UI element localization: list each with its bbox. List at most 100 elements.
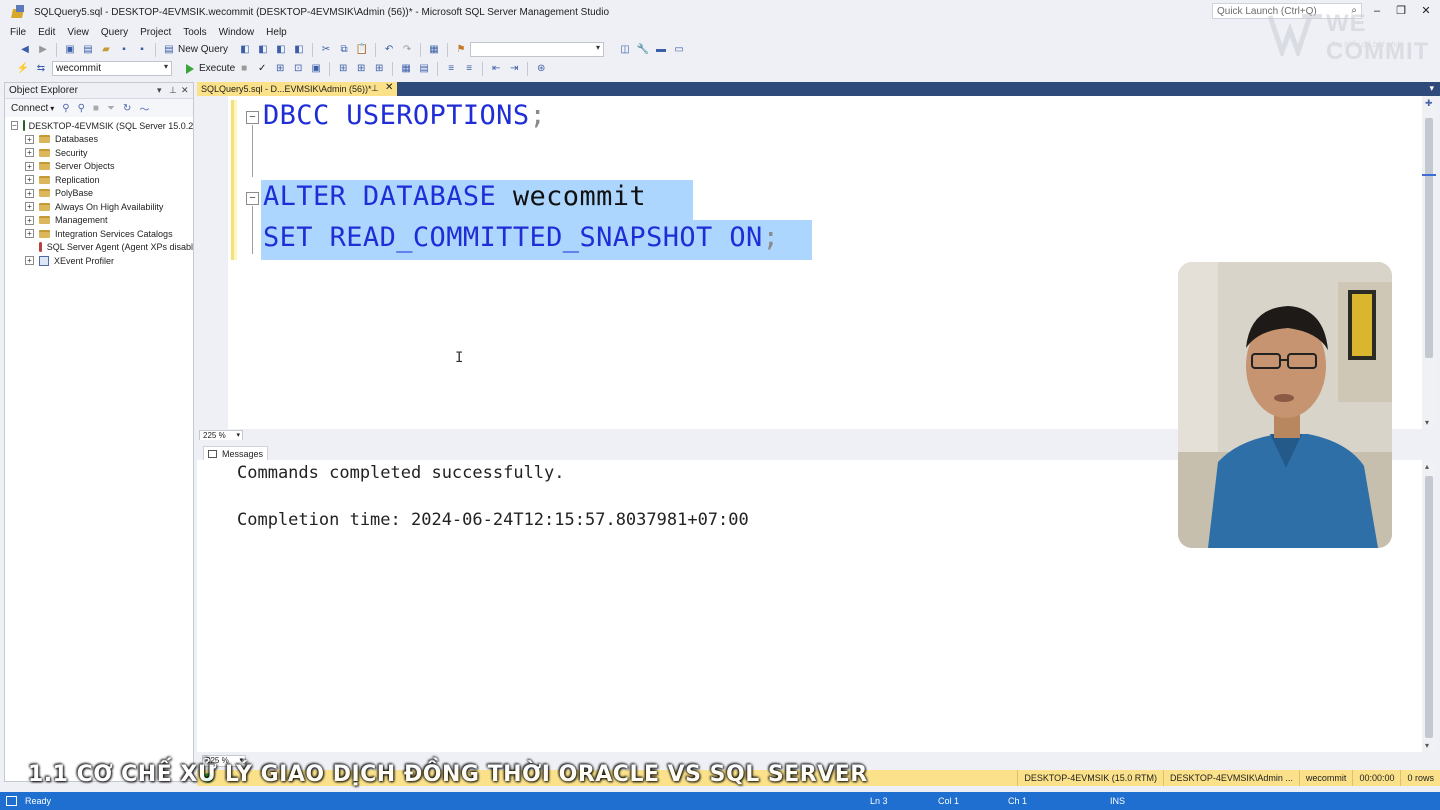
scroll-down-icon[interactable]: ▾ bbox=[1425, 418, 1429, 427]
results-to-grid-icon[interactable]: ▦ bbox=[399, 62, 413, 76]
disconnect-icon[interactable]: ⚲ bbox=[78, 103, 85, 114]
window-layout-icon[interactable]: ▭ bbox=[672, 43, 686, 57]
activity-monitor-icon[interactable]: ▦ bbox=[427, 43, 441, 57]
chevron-down-icon[interactable]: ▾ bbox=[50, 104, 54, 113]
refresh-icon[interactable]: ↻ bbox=[123, 103, 131, 114]
connect-dropdown[interactable]: Connect bbox=[11, 103, 48, 114]
results-to-text-icon[interactable]: ▣ bbox=[309, 62, 323, 76]
tree-node-server-objects[interactable]: + Server Objects bbox=[5, 160, 193, 174]
tab-overflow-icon[interactable]: ▾ bbox=[1429, 83, 1434, 94]
properties-icon[interactable]: ◫ bbox=[618, 43, 632, 57]
new-file-icon[interactable]: ▤ bbox=[81, 43, 95, 57]
expand-icon[interactable]: + bbox=[25, 202, 34, 212]
stop-icon[interactable]: ■ bbox=[93, 103, 99, 114]
decrease-indent-icon[interactable]: ⇤ bbox=[489, 62, 503, 76]
results-to-file-icon[interactable]: ▤ bbox=[417, 62, 431, 76]
specify-values-icon[interactable]: ⊛ bbox=[534, 62, 548, 76]
pin-icon[interactable]: ⊥ bbox=[169, 85, 177, 96]
expand-icon[interactable]: + bbox=[25, 229, 34, 239]
tree-node-xevent-profiler[interactable]: + XEvent Profiler bbox=[5, 254, 193, 268]
results-vertical-scrollbar[interactable]: ▴ ▾ bbox=[1422, 460, 1436, 752]
pin-icon[interactable]: ⊥ bbox=[371, 83, 379, 94]
tree-node-server[interactable]: − DESKTOP-4EVMSIK (SQL Server 15.0.21 bbox=[5, 119, 193, 133]
save-icon[interactable]: ▪ bbox=[117, 43, 131, 57]
mdx-query-icon[interactable]: ◧ bbox=[238, 43, 252, 57]
tree-node-polybase[interactable]: + PolyBase bbox=[5, 187, 193, 201]
paste-icon[interactable]: 📋 bbox=[355, 43, 369, 57]
solution-config-combo[interactable]: ▾ bbox=[470, 42, 605, 57]
change-connection-icon[interactable]: ⇆ bbox=[34, 62, 48, 76]
tree-node-security[interactable]: + Security bbox=[5, 146, 193, 160]
tree-node-management[interactable]: + Management bbox=[5, 214, 193, 228]
dmx-query-icon[interactable]: ◧ bbox=[256, 43, 270, 57]
close-panel-icon[interactable]: ✕ bbox=[181, 85, 189, 96]
editor-vertical-scrollbar[interactable]: ✚ ▾ bbox=[1422, 96, 1436, 429]
search-icon[interactable]: ⌕ bbox=[1351, 5, 1357, 16]
panel-dropdown-icon[interactable]: ▾ bbox=[157, 85, 162, 96]
comment-icon[interactable]: ≡ bbox=[444, 62, 458, 76]
quick-launch-input[interactable]: Quick Launch (Ctrl+Q) ⌕ bbox=[1212, 3, 1362, 19]
live-stats-icon[interactable]: ⊞ bbox=[354, 62, 368, 76]
undo-icon[interactable]: ↶ bbox=[382, 43, 396, 57]
expand-icon[interactable]: + bbox=[25, 175, 34, 185]
tab-sqlquery5[interactable]: SQLQuery5.sql - D...EVMSIK\Admin (56))* … bbox=[197, 82, 397, 96]
find-icon[interactable]: ⚑ bbox=[454, 43, 468, 57]
restore-button[interactable]: ❐ bbox=[1392, 4, 1410, 20]
copy-icon[interactable]: ⧉ bbox=[337, 43, 351, 57]
client-stats-icon[interactable]: ⊞ bbox=[372, 62, 386, 76]
parse-icon[interactable]: ✓ bbox=[255, 62, 269, 76]
dax-query-icon[interactable]: ◧ bbox=[292, 43, 306, 57]
scroll-thumb[interactable] bbox=[1425, 476, 1433, 738]
wrench-icon[interactable]: 🔧 bbox=[636, 43, 650, 57]
collapse-region-icon[interactable]: − bbox=[246, 111, 259, 124]
menu-help[interactable]: Help bbox=[260, 27, 293, 38]
include-plan-icon[interactable]: ⊞ bbox=[336, 62, 350, 76]
tree-node-databases[interactable]: + Databases bbox=[5, 133, 193, 147]
activity-icon[interactable]: 〜 bbox=[139, 101, 149, 116]
back-icon[interactable]: ◀ bbox=[18, 43, 32, 57]
execute-button[interactable]: Execute bbox=[186, 63, 235, 74]
connect-icon[interactable]: ⚡ bbox=[16, 62, 30, 76]
display-plan-icon[interactable]: ⊞ bbox=[273, 62, 287, 76]
menu-view[interactable]: View bbox=[61, 27, 95, 38]
tree-node-always-on[interactable]: + Always On High Availability bbox=[5, 200, 193, 214]
menu-project[interactable]: Project bbox=[134, 27, 177, 38]
scroll-up-icon[interactable]: ▴ bbox=[1425, 462, 1429, 471]
uncomment-icon[interactable]: ≡ bbox=[462, 62, 476, 76]
menu-edit[interactable]: Edit bbox=[32, 27, 61, 38]
tab-messages[interactable]: Messages bbox=[203, 446, 269, 460]
menu-file[interactable]: File bbox=[4, 27, 32, 38]
expand-icon[interactable]: + bbox=[25, 188, 34, 198]
tree-node-integration-services[interactable]: + Integration Services Catalogs bbox=[5, 227, 193, 241]
forward-icon[interactable]: ▶ bbox=[36, 43, 50, 57]
expand-icon[interactable]: + bbox=[25, 134, 34, 144]
stop-icon[interactable]: ■ bbox=[237, 62, 251, 76]
query-designer-icon[interactable]: ⊡ bbox=[291, 62, 305, 76]
close-tab-icon[interactable]: ✕ bbox=[385, 82, 393, 93]
expand-icon[interactable]: + bbox=[25, 215, 34, 225]
tree-node-replication[interactable]: + Replication bbox=[5, 173, 193, 187]
menu-window[interactable]: Window bbox=[213, 27, 261, 38]
scroll-down-icon[interactable]: ▾ bbox=[1425, 741, 1429, 750]
split-icon[interactable]: ✚ bbox=[1425, 98, 1433, 109]
collapse-region-icon[interactable]: − bbox=[246, 192, 259, 205]
scroll-thumb[interactable] bbox=[1425, 118, 1433, 358]
xmla-query-icon[interactable]: ◧ bbox=[274, 43, 288, 57]
new-project-icon[interactable]: ▣ bbox=[63, 43, 77, 57]
close-window-button[interactable]: ✕ bbox=[1417, 4, 1435, 20]
collapse-icon[interactable]: − bbox=[11, 121, 18, 131]
expand-icon[interactable]: + bbox=[25, 161, 34, 171]
cut-icon[interactable]: ✂ bbox=[319, 43, 333, 57]
expand-icon[interactable]: + bbox=[25, 256, 34, 266]
menu-query[interactable]: Query bbox=[95, 27, 134, 38]
increase-indent-icon[interactable]: ⇥ bbox=[507, 62, 521, 76]
tree-node-sql-agent[interactable]: SQL Server Agent (Agent XPs disabl bbox=[5, 241, 193, 255]
save-all-icon[interactable]: ▪ bbox=[135, 43, 149, 57]
new-query-icon[interactable]: ▤ bbox=[162, 43, 176, 57]
toolbox-icon[interactable]: ▬ bbox=[654, 43, 668, 57]
connect-plug-icon[interactable]: ⚲ bbox=[62, 103, 69, 114]
filter-icon[interactable]: ⏷ bbox=[107, 103, 115, 114]
new-query-button[interactable]: New Query bbox=[178, 44, 228, 55]
menu-tools[interactable]: Tools bbox=[177, 27, 212, 38]
expand-icon[interactable]: + bbox=[25, 148, 34, 158]
